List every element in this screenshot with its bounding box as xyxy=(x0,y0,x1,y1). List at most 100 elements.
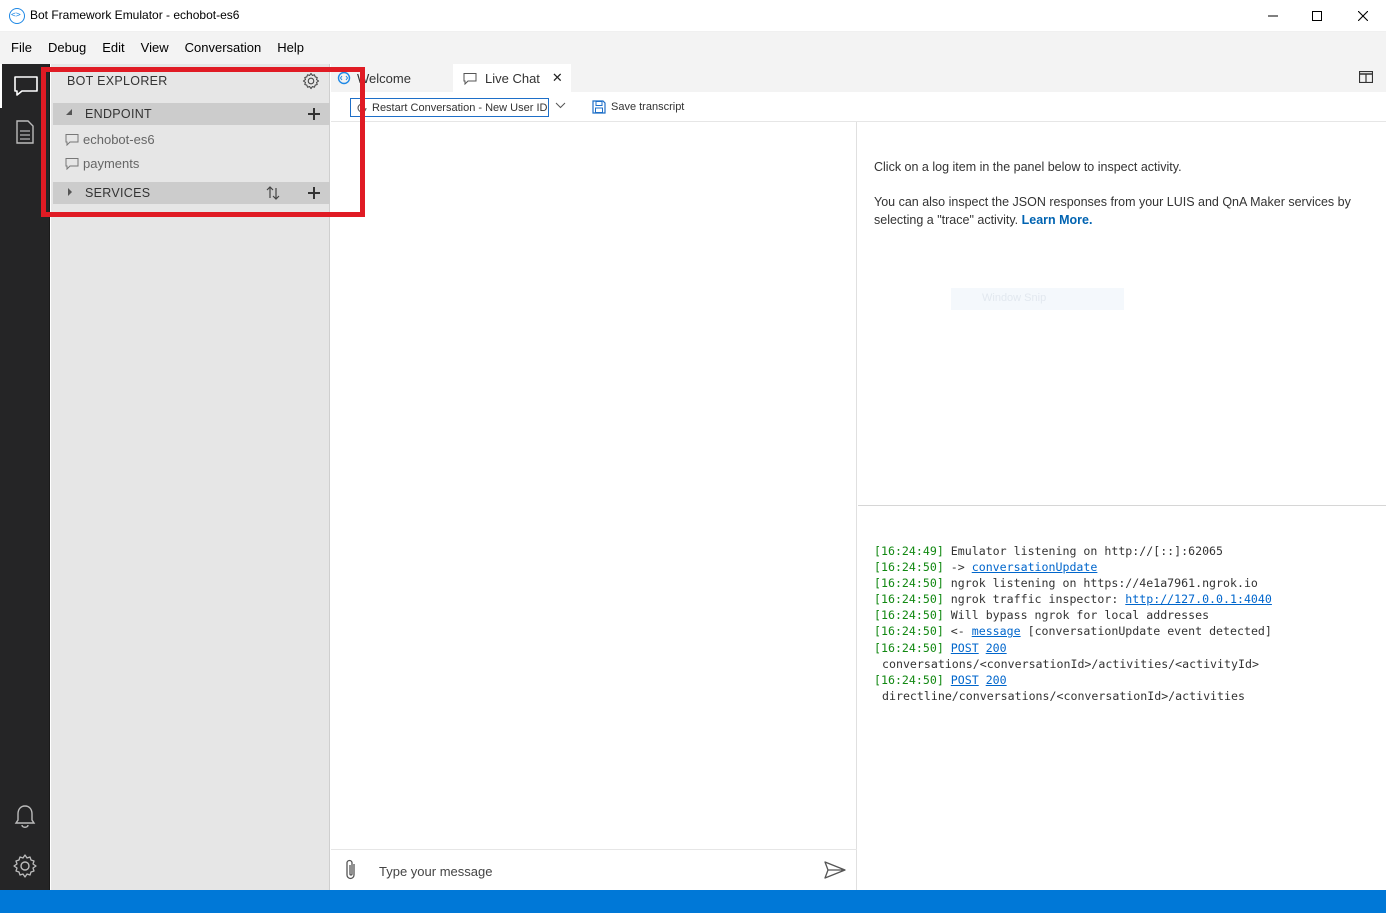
conversation-toolbar: Restart Conversation - New User ID Save … xyxy=(331,92,1386,122)
close-icon xyxy=(1358,11,1368,21)
endpoint-section-header[interactable]: ENDPOINT xyxy=(53,103,330,125)
log-timestamp: [16:24:50] xyxy=(874,624,944,639)
endpoint-item[interactable]: payments xyxy=(65,152,139,174)
log-entry[interactable]: [16:24:49] Emulator listening on http://… xyxy=(874,543,1272,559)
log-status-link[interactable]: 200 xyxy=(986,673,1007,687)
notifications-button[interactable] xyxy=(0,795,50,839)
inspector-description-text: You can also inspect the JSON responses … xyxy=(874,195,1351,227)
log-link[interactable]: conversationUpdate xyxy=(972,560,1098,574)
log-list: [16:24:49] Emulator listening on http://… xyxy=(874,543,1272,704)
app-logo-icon xyxy=(9,8,25,24)
activity-bar xyxy=(0,64,50,890)
log-entry[interactable]: [16:24:50] <- message [conversationUpdat… xyxy=(874,623,1272,639)
log-timestamp: [16:24:50] xyxy=(874,560,944,575)
send-icon[interactable] xyxy=(824,861,846,879)
chat-bubble-icon xyxy=(65,133,79,146)
log-timestamp: [16:24:50] xyxy=(874,640,944,655)
menu-debug[interactable]: Debug xyxy=(40,32,94,64)
save-transcript-button[interactable]: Save transcript xyxy=(592,100,684,114)
resources-button[interactable] xyxy=(0,110,50,154)
endpoint-section-label: ENDPOINT xyxy=(85,107,152,121)
log-status-link[interactable]: 200 xyxy=(986,641,1007,655)
explorer-title: BOT EXPLORER xyxy=(67,74,168,88)
log-method-link[interactable]: POST xyxy=(951,641,979,655)
log-entry[interactable]: [16:24:50] POST 200 xyxy=(874,672,1272,688)
maximize-button[interactable] xyxy=(1294,0,1340,32)
explorer-settings-icon[interactable] xyxy=(302,72,320,90)
caret-right-icon xyxy=(68,188,72,196)
split-editor-icon[interactable] xyxy=(1359,71,1373,83)
menu-file[interactable]: File xyxy=(3,32,40,64)
tab-live-chat[interactable]: Live Chat ✕ xyxy=(453,64,571,92)
log-timestamp: [16:24:50] xyxy=(874,608,944,623)
log-text: [conversationUpdate event detected] xyxy=(1020,624,1272,639)
log-text: Emulator listening on http://[::]:62065 xyxy=(943,544,1224,558)
inspector-hint: Click on a log item in the panel below t… xyxy=(874,160,1182,174)
close-window-button[interactable] xyxy=(1340,0,1386,32)
menu-conversation[interactable]: Conversation xyxy=(177,32,270,64)
menu-help[interactable]: Help xyxy=(269,32,312,64)
log-entry[interactable]: [16:24:50] ngrok traffic inspector: http… xyxy=(874,591,1272,607)
editor-tab-bar: Welcome Live Chat ✕ xyxy=(331,64,1386,92)
paperclip-icon[interactable] xyxy=(343,858,359,882)
save-icon xyxy=(592,100,606,114)
log-text: <- xyxy=(943,624,972,639)
log-timestamp: [16:24:49] xyxy=(874,544,944,558)
tab-live-chat-label: Live Chat xyxy=(485,70,540,86)
message-input[interactable] xyxy=(379,860,809,882)
services-section-header[interactable]: SERVICES xyxy=(53,182,330,204)
inspector-panel: Click on a log item in the panel below t… xyxy=(858,122,1386,506)
caret-down-icon xyxy=(66,109,72,115)
log-timestamp: [16:24:50] xyxy=(874,576,944,591)
maximize-icon xyxy=(1312,11,1322,21)
gear-icon xyxy=(13,854,37,878)
chat-panel xyxy=(331,122,857,890)
log-entry[interactable]: [16:24:50] -> conversationUpdate xyxy=(874,559,1272,575)
endpoint-name: echobot-es6 xyxy=(83,131,155,147)
add-endpoint-icon[interactable] xyxy=(305,105,323,123)
chat-input-bar xyxy=(331,849,857,890)
log-method-link[interactable]: POST xyxy=(951,673,979,687)
bot-explorer-button[interactable] xyxy=(0,64,50,108)
learn-more-link[interactable]: Learn More. xyxy=(1022,213,1093,227)
restart-conversation-label: Restart Conversation - New User ID xyxy=(372,101,548,114)
log-entry-path: directline/conversations/<conversationId… xyxy=(882,688,1245,703)
save-transcript-label: Save transcript xyxy=(611,101,685,113)
tab-welcome[interactable]: Welcome xyxy=(337,64,453,92)
minimize-button[interactable] xyxy=(1250,0,1296,32)
sort-icon[interactable] xyxy=(264,184,282,202)
chat-bubble-icon xyxy=(65,157,79,170)
log-link[interactable]: message xyxy=(972,624,1021,638)
chat-bubble-icon xyxy=(463,72,477,85)
log-text: -> xyxy=(943,560,972,575)
log-text: Will bypass ngrok for local addresses xyxy=(943,608,1210,623)
add-service-icon[interactable] xyxy=(305,184,323,202)
endpoint-name: payments xyxy=(83,155,140,171)
minimize-icon xyxy=(1268,15,1278,17)
tab-welcome-label: Welcome xyxy=(357,70,411,86)
log-entry[interactable]: [16:24:50] ngrok listening on https://4e… xyxy=(874,575,1272,591)
log-link[interactable]: http://127.0.0.1:4040 xyxy=(1125,592,1272,606)
log-text: ngrok traffic inspector: xyxy=(943,592,1126,607)
menu-view[interactable]: View xyxy=(133,32,177,64)
restart-conversation-button[interactable]: Restart Conversation - New User ID xyxy=(350,98,549,117)
close-tab-button[interactable]: ✕ xyxy=(552,70,563,86)
log-entry[interactable]: [16:24:50] Will bypass ngrok for local a… xyxy=(874,607,1272,623)
bot-explorer-panel: BOT EXPLORER ENDPOINT echobot-es6 paymen… xyxy=(51,64,330,890)
services-section-label: SERVICES xyxy=(85,186,151,200)
log-timestamp: [16:24:50] xyxy=(874,592,944,607)
log-entry-path: conversations/<conversationId>/activitie… xyxy=(882,656,1259,671)
chevron-down-icon[interactable] xyxy=(555,102,566,109)
bot-logo-icon xyxy=(337,71,351,85)
log-timestamp: [16:24:50] xyxy=(874,672,944,687)
menu-bar: File Debug Edit View Conversation Help xyxy=(0,32,1386,64)
settings-button[interactable] xyxy=(0,844,50,888)
inspector-description: You can also inspect the JSON responses … xyxy=(874,193,1364,229)
chat-icon xyxy=(14,76,38,96)
endpoint-item[interactable]: echobot-es6 xyxy=(65,128,155,150)
log-panel: [16:24:49] Emulator listening on http://… xyxy=(858,507,1386,890)
log-entry[interactable]: [16:24:50] POST 200 xyxy=(874,640,1272,656)
menu-edit[interactable]: Edit xyxy=(94,32,132,64)
window-title: Bot Framework Emulator - echobot-es6 xyxy=(30,8,240,22)
document-icon xyxy=(16,120,34,144)
